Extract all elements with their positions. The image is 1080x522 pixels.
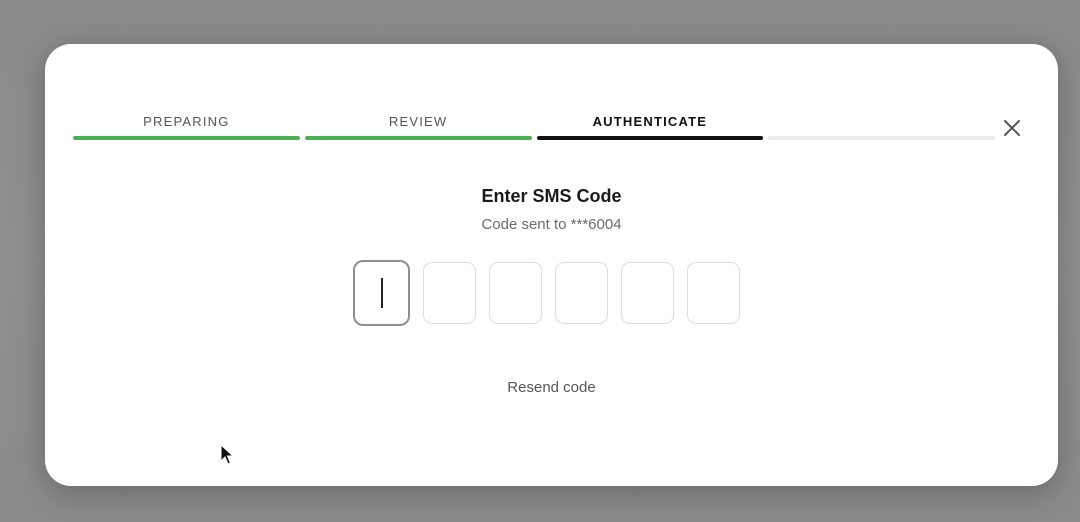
- step-bar-review: [304, 136, 532, 140]
- dialog-title: Enter SMS Code: [481, 186, 622, 206]
- step-label-preparing: PREPARING: [143, 114, 230, 129]
- code-digit-5[interactable]: [621, 262, 674, 324]
- step-bar-final: [768, 136, 995, 140]
- step-final: [768, 112, 995, 142]
- text-caret: [381, 278, 383, 308]
- dialog-subtitle: Code sent to ***6004: [481, 216, 622, 233]
- step-review: REVIEW: [304, 112, 532, 142]
- code-digit-4[interactable]: [555, 262, 608, 324]
- step-label-review: REVIEW: [388, 114, 448, 129]
- step-bar-authenticate: [536, 136, 764, 140]
- code-digit-6[interactable]: [687, 262, 740, 324]
- sms-code-inputs: [353, 260, 740, 326]
- code-digit-3[interactable]: [489, 262, 542, 324]
- sms-verification-dialog: PREPARING REVIEW AUTHENTICATE Enter SMS …: [45, 44, 1058, 486]
- step-authenticate: AUTHENTICATE: [536, 112, 764, 142]
- code-digit-2[interactable]: [423, 262, 476, 324]
- step-bar-preparing: [73, 136, 300, 140]
- mouse-pointer-icon: [220, 443, 235, 471]
- progress-steps: PREPARING REVIEW AUTHENTICATE: [73, 112, 995, 142]
- close-button[interactable]: [1000, 116, 1024, 140]
- step-preparing: PREPARING: [73, 112, 300, 142]
- code-digit-1[interactable]: [353, 260, 410, 326]
- close-icon: [1004, 120, 1020, 136]
- resend-row: Resend code: [45, 379, 1058, 396]
- step-label-authenticate: AUTHENTICATE: [592, 114, 708, 129]
- resend-code-link[interactable]: Resend code: [507, 379, 595, 396]
